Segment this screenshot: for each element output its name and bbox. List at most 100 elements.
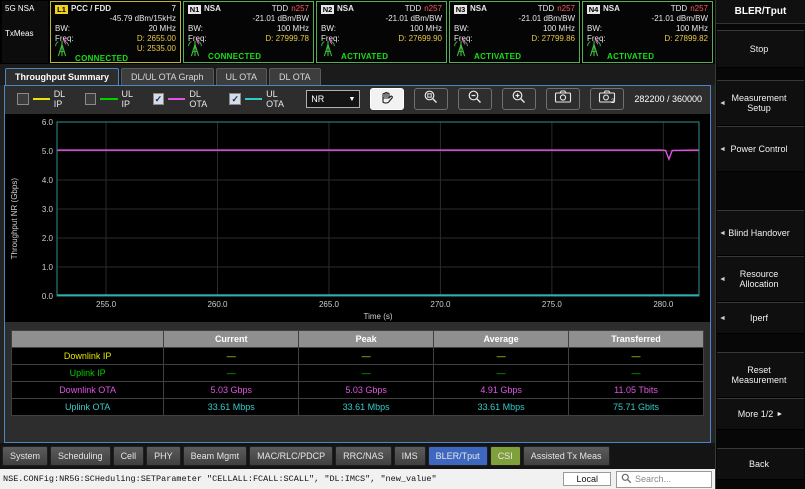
cell-panel-l1[interactable]: L1 PCC / FDD 7 -45.79 dBm/15kHz BW: 20 M… <box>50 1 181 63</box>
value-current: 33.61 Mbps <box>164 399 299 416</box>
tab-dlul-ota-graph[interactable]: DL/UL OTA Graph <box>121 68 214 85</box>
bottom-tab-assisted-tx-meas[interactable]: Assisted Tx Meas <box>523 446 610 466</box>
snapshot-2-button[interactable]: 2 <box>590 88 624 110</box>
zoom-region-button[interactable] <box>414 88 448 110</box>
checkbox-ul-ota[interactable]: ✓ <box>229 93 241 105</box>
bottom-tab-cell[interactable]: Cell <box>113 446 145 466</box>
svg-text:270.0: 270.0 <box>430 300 451 309</box>
legend-label: DL IP <box>54 89 75 109</box>
bw-value: 100 MHz <box>543 24 575 34</box>
sidebar-button-measurement-setup[interactable]: ◄ Measurement Setup <box>717 80 804 126</box>
freq-downlink: D: 27799.86 <box>531 34 575 44</box>
bw-label: BW: <box>188 24 203 34</box>
search-input[interactable]: Search... <box>616 471 712 488</box>
cell-panel-n1[interactable]: N1 NSA TDD n257 -21.01 dBm/BW BW: 100 MH… <box>183 1 314 63</box>
submenu-arrow-icon: ◄ <box>719 276 726 283</box>
svg-text:260.0: 260.0 <box>207 300 228 309</box>
snapshot-button[interactable] <box>546 88 580 110</box>
bottom-tab-csi[interactable]: CSI <box>490 446 521 466</box>
sidebar-button-reset-measurement[interactable]: Reset Measurement <box>717 352 804 398</box>
table-row-uplink-ip: Uplink IP — — — — <box>12 365 704 382</box>
more-arrow-icon: ► <box>776 411 783 418</box>
bw-value: 100 MHz <box>676 24 708 34</box>
freq-uplink: U: 2535.00 <box>137 44 176 54</box>
svg-text:Time (s): Time (s) <box>363 312 392 321</box>
submenu-arrow-icon: ◄ <box>719 315 726 322</box>
bottom-tab-beam-mgmt[interactable]: Beam Mgmt <box>183 446 248 466</box>
sidebar-button-iperf[interactable]: ◄ Iperf <box>717 302 804 334</box>
cell-status: ACTIVATED <box>607 52 654 61</box>
legend-dl-ip: DL IP <box>17 89 75 109</box>
bw-label: BW: <box>55 24 70 34</box>
camera-icon <box>554 89 572 109</box>
antenna-icon <box>452 37 470 61</box>
antenna-icon <box>319 37 337 61</box>
sidebar-button-more[interactable]: More 1/2► <box>717 398 804 430</box>
bottom-tab-bler-tput[interactable]: BLER/Tput <box>428 446 488 466</box>
value-current: — <box>164 365 299 382</box>
cell-status-bar: 5G NSA TxMeas L1 PCC / FDD 7 -45.79 dBm/… <box>0 0 715 64</box>
freq-downlink: D: 2655.00 <box>137 34 176 44</box>
svg-text:4.0: 4.0 <box>42 176 54 185</box>
cell-status: ACTIVATED <box>474 52 521 61</box>
sidebar-button-resource-allocation[interactable]: ◄ Resource Allocation <box>717 256 804 302</box>
app-title: 5G NSA <box>5 4 45 13</box>
bottom-tab-rrc-nas[interactable]: RRC/NAS <box>335 446 392 466</box>
cell-band: n257 <box>690 4 708 14</box>
sidebar-button-stop[interactable]: Stop <box>717 30 804 68</box>
cell-panel-n2[interactable]: N2 NSA TDD n257 -21.01 dBm/BW BW: 100 MH… <box>316 1 447 63</box>
zoom-in-button[interactable] <box>502 88 536 110</box>
pan-hand-button[interactable] <box>370 88 404 110</box>
value-peak: — <box>299 348 434 365</box>
column-header-average: Average <box>434 331 569 348</box>
checkbox-ul-ip[interactable] <box>85 93 97 105</box>
column-header-peak: Peak <box>299 331 434 348</box>
value-transferred: 11.05 Tbits <box>569 382 704 399</box>
checkbox-tick: ✓ <box>155 94 163 104</box>
app-title-box: 5G NSA TxMeas <box>2 1 48 63</box>
antenna-icon <box>53 37 71 61</box>
chart-toolbar: DL IP UL IP ✓ DL OTA ✓ UL OTA <box>5 86 710 112</box>
tab-throughput-summary[interactable]: Throughput Summary <box>5 68 119 85</box>
svg-text:2: 2 <box>611 98 615 104</box>
series-color-swatch <box>100 98 117 100</box>
cell-panel-n4[interactable]: N4 NSA TDD n257 -21.01 dBm/BW BW: 100 MH… <box>582 1 713 63</box>
cell-status: ACTIVATED <box>341 52 388 61</box>
svg-text:280.0: 280.0 <box>653 300 674 309</box>
bottom-tab-mac-rlc-pdcp[interactable]: MAC/RLC/PDCP <box>249 446 333 466</box>
local-remote-button[interactable]: Local <box>563 472 611 486</box>
y-axis-label: Throughput NR (Gbps) <box>7 116 21 322</box>
tab-ul-ota[interactable]: UL OTA <box>216 68 268 85</box>
sidebar-button-back[interactable]: Back <box>717 448 804 480</box>
tab-dl-ota[interactable]: DL OTA <box>269 68 321 85</box>
checkbox-tick: ✓ <box>231 94 239 104</box>
bw-value: 100 MHz <box>410 24 442 34</box>
legend-dl-ota: ✓ DL OTA <box>153 89 220 109</box>
legend-label: UL IP <box>122 89 143 109</box>
svg-text:275.0: 275.0 <box>542 300 563 309</box>
app-subtitle: TxMeas <box>5 29 45 38</box>
bottom-tab-phy[interactable]: PHY <box>146 446 181 466</box>
legend-label: DL OTA <box>189 89 219 109</box>
rat-dropdown-value: NR <box>311 94 324 104</box>
cell-power: -21.01 dBm/BW <box>652 14 708 24</box>
throughput-chart[interactable]: 0.01.02.03.04.05.06.0255.0260.0265.0270.… <box>21 116 707 322</box>
zoom-out-button[interactable] <box>458 88 492 110</box>
bottom-tab-scheduling[interactable]: Scheduling <box>50 446 111 466</box>
table-row-downlink-ota: Downlink OTA 5.03 Gbps 5.03 Gbps 4.91 Gb… <box>12 382 704 399</box>
cell-band: n257 <box>557 4 575 14</box>
main-column: 5G NSA TxMeas L1 PCC / FDD 7 -45.79 dBm/… <box>0 0 715 489</box>
sidebar-button-power-control[interactable]: ◄ Power Control <box>717 126 804 172</box>
rat-dropdown[interactable]: NR ▼ <box>306 90 360 108</box>
cell-band: n257 <box>424 4 442 14</box>
cell-power: -21.01 dBm/BW <box>386 14 442 24</box>
freq-downlink: D: 27999.78 <box>265 34 309 44</box>
sidebar-button-blind-handover[interactable]: ◄ Blind Handover <box>717 210 804 256</box>
checkbox-dl-ip[interactable] <box>17 93 29 105</box>
bottom-tab-ims[interactable]: IMS <box>394 446 426 466</box>
bottom-tab-system[interactable]: System <box>2 446 48 466</box>
cell-status: CONNECTED <box>75 54 128 63</box>
cell-panel-n3[interactable]: N3 NSA TDD n257 -21.01 dBm/BW BW: 100 MH… <box>449 1 580 63</box>
antenna-icon <box>585 37 603 61</box>
checkbox-dl-ota[interactable]: ✓ <box>153 93 165 105</box>
